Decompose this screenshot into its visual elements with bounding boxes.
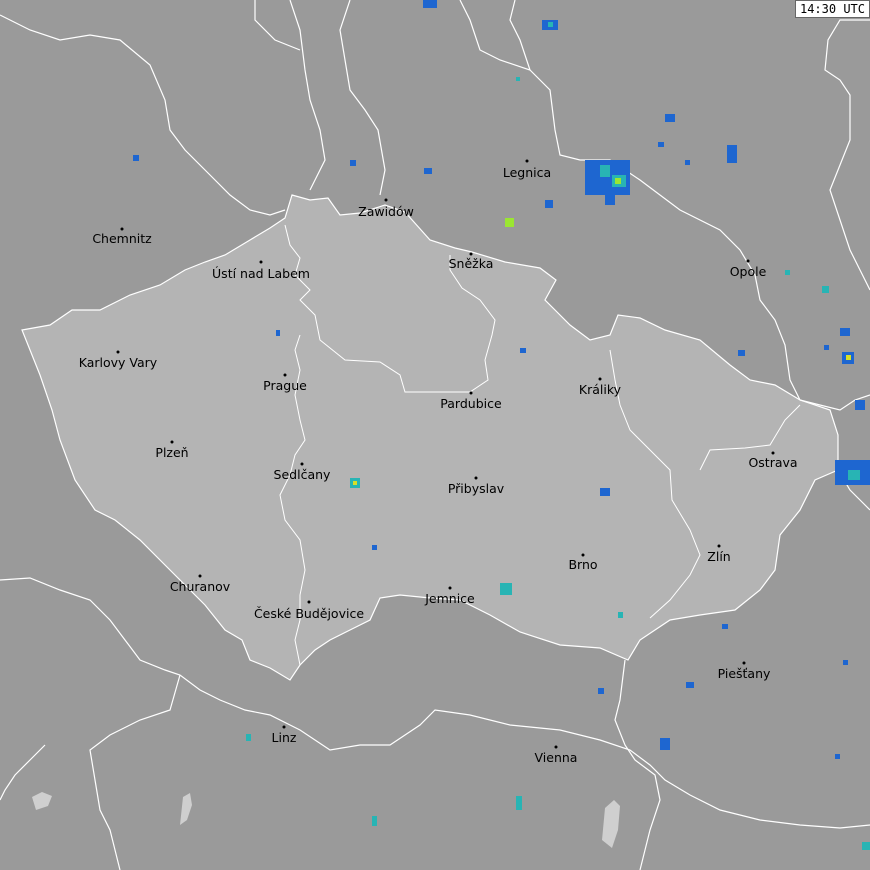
city-ostrava: Ostrava xyxy=(748,451,798,470)
city-label: Přibyslav xyxy=(448,481,505,496)
city-label: Brno xyxy=(568,557,597,572)
city-label: Opole xyxy=(730,264,767,279)
timestamp-label: 14:30 UTC xyxy=(794,0,870,18)
city-label: Sněžka xyxy=(449,256,494,271)
city-label: Chemnitz xyxy=(92,231,152,246)
city-label: Zawidów xyxy=(358,204,414,219)
city-label: Vienna xyxy=(535,750,578,765)
city-brno: Brno xyxy=(568,553,598,572)
city-label: Ústí nad Labem xyxy=(212,266,310,281)
weather-radar-map[interactable]: Legnica Zawidów Chemnitz Ústí nad Labem … xyxy=(0,0,870,870)
city-label: Pardubice xyxy=(440,396,502,411)
city-label: Linz xyxy=(272,730,297,745)
city-label: Prague xyxy=(263,378,307,393)
city-label: Legnica xyxy=(503,165,551,180)
city-chemnitz: Chemnitz xyxy=(92,227,152,246)
city-label: České Budějovice xyxy=(254,606,364,621)
city-label: Králiky xyxy=(579,382,622,397)
city-label: Zlín xyxy=(707,549,730,564)
city-label: Jemnice xyxy=(424,591,475,606)
city-label: Karlovy Vary xyxy=(79,355,158,370)
city-label: Sedlčany xyxy=(274,467,331,482)
city-snezka: Sněžka xyxy=(449,252,494,271)
city-label: Ostrava xyxy=(748,455,797,470)
city-label: Churanov xyxy=(170,579,231,594)
city-label: Plzeň xyxy=(155,445,188,460)
city-label: Piešťany xyxy=(718,666,771,681)
